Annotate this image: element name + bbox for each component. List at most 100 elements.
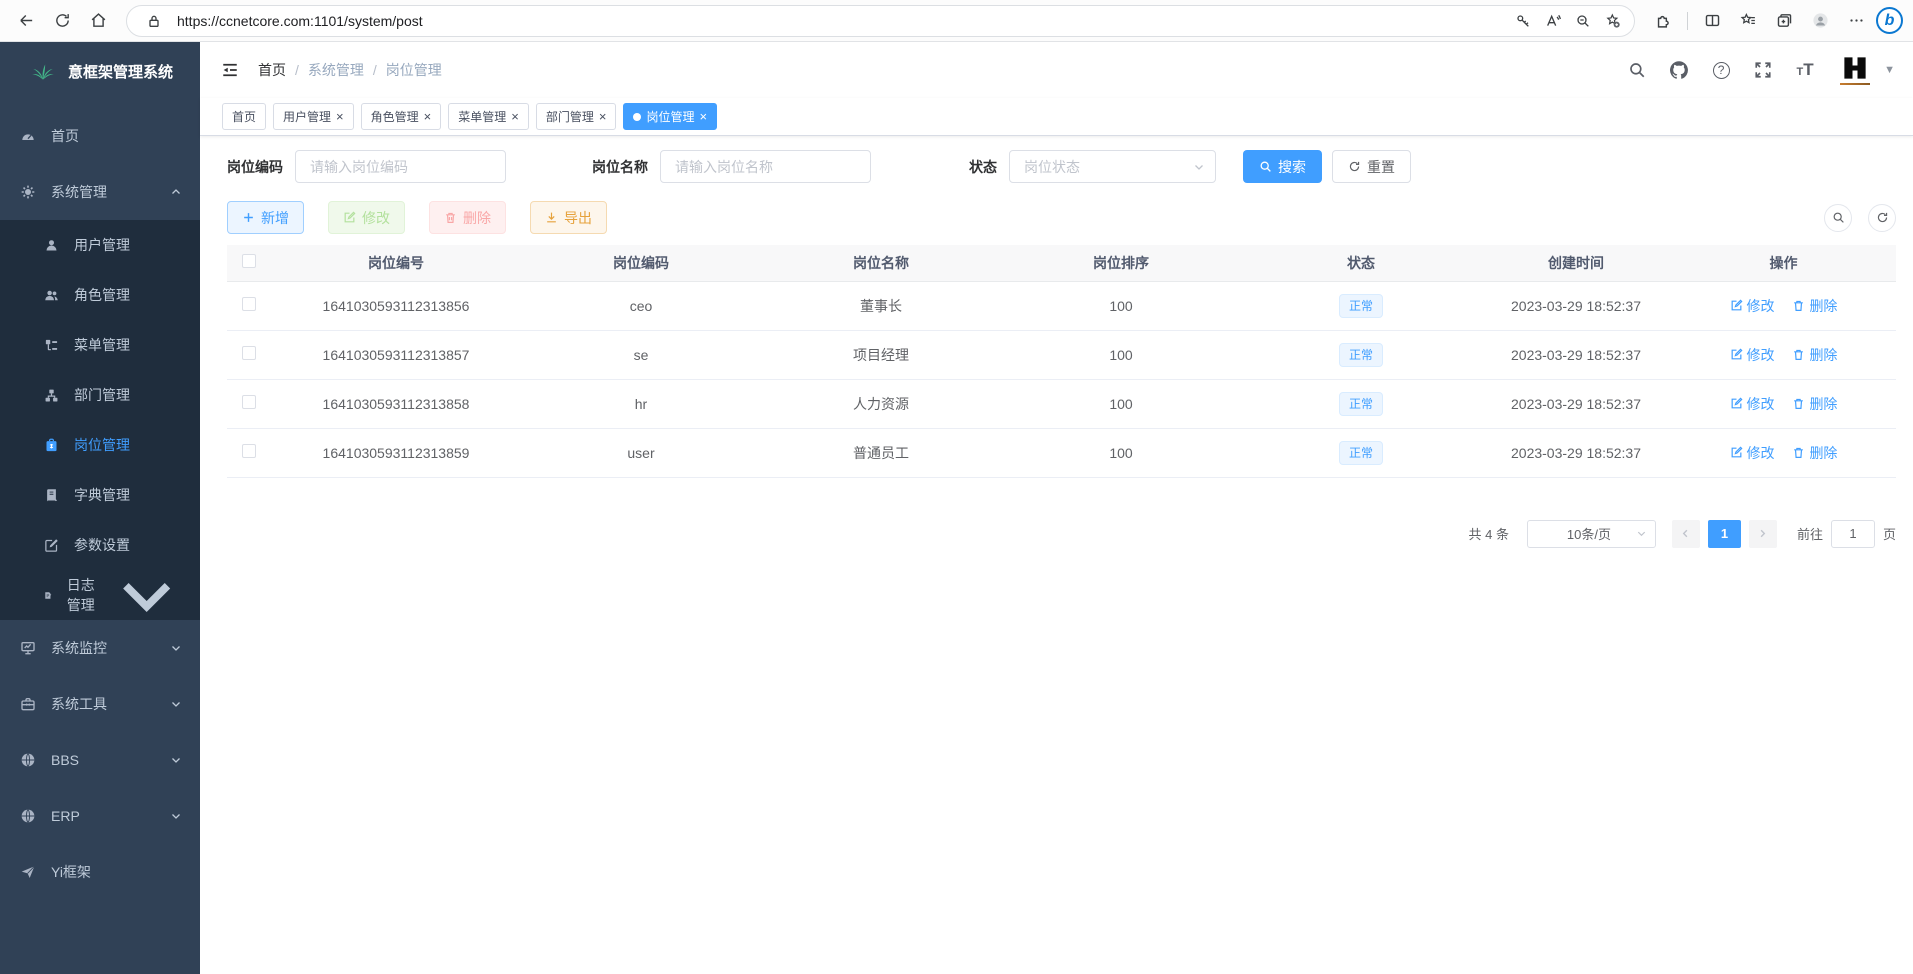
user-avatar-logo[interactable] — [1838, 53, 1872, 87]
sidebar-item-roles[interactable]: 角色管理 — [0, 270, 200, 320]
tab-posts[interactable]: 岗位管理× — [623, 103, 717, 130]
row-edit-link[interactable]: 修改 — [1730, 345, 1775, 365]
post-code-input[interactable] — [295, 150, 506, 183]
next-page-button[interactable] — [1749, 520, 1777, 548]
goto-page-input[interactable] — [1831, 520, 1875, 548]
sidebar-item-menus[interactable]: 菜单管理 — [0, 320, 200, 370]
profile-avatar[interactable] — [1804, 6, 1836, 36]
sidebar-item-users[interactable]: 用户管理 — [0, 220, 200, 270]
post-name-label: 岗位名称 — [592, 157, 648, 177]
back-icon[interactable] — [10, 6, 42, 36]
status-badge: 正常 — [1339, 343, 1383, 367]
chevron-down-icon — [170, 642, 182, 654]
status-label: 状态 — [969, 157, 997, 177]
row-delete-link[interactable]: 删除 — [1792, 394, 1837, 414]
sidebar-collapse-icon[interactable] — [216, 56, 244, 84]
breadcrumb-current: 岗位管理 — [386, 60, 442, 80]
app-header: 首页 / 系统管理 / 岗位管理 ? TT ▼ — [200, 42, 1913, 98]
sidebar-item-label: 部门管理 — [74, 385, 130, 405]
close-icon[interactable]: × — [424, 110, 432, 123]
reset-button[interactable]: 重置 — [1332, 150, 1411, 183]
avatar-caret-icon[interactable]: ▼ — [1884, 64, 1895, 76]
sidebar-item-label: 字典管理 — [74, 485, 130, 505]
tab-label: 角色管理 — [371, 108, 419, 125]
sidebar-item-label: ERP — [51, 808, 155, 824]
sidebar-item-dicts[interactable]: 字典管理 — [0, 470, 200, 520]
address-bar[interactable]: https://ccnetcore.com:1101/system/post — [126, 5, 1635, 37]
tab-menus[interactable]: 菜单管理× — [448, 103, 529, 130]
page-size-select[interactable]: 10条/页 — [1527, 520, 1656, 548]
tab-roles[interactable]: 角色管理 × — [361, 103, 442, 130]
sidebar-item-home[interactable]: 首页 — [0, 108, 200, 164]
row-checkbox[interactable] — [242, 395, 256, 409]
row-checkbox[interactable] — [242, 444, 256, 458]
system-submenu: 用户管理 角色管理 菜单管理 部门管理 岗位管理 — [0, 220, 200, 620]
status-badge: 正常 — [1339, 441, 1383, 465]
select-all-checkbox[interactable] — [242, 254, 256, 268]
refresh-table-button[interactable] — [1868, 204, 1896, 232]
close-icon[interactable]: × — [511, 110, 519, 123]
row-checkbox[interactable] — [242, 297, 256, 311]
row-delete-link[interactable]: 删除 — [1792, 296, 1837, 316]
status-select[interactable]: 岗位状态 — [1009, 150, 1216, 183]
page-number-current[interactable]: 1 — [1708, 520, 1741, 548]
sidebar-item-erp[interactable]: ERP — [0, 788, 200, 844]
help-icon[interactable]: ? — [1704, 53, 1738, 87]
fullscreen-icon[interactable] — [1746, 53, 1780, 87]
home-icon[interactable] — [82, 6, 114, 36]
close-icon[interactable]: × — [699, 110, 707, 123]
edit-button[interactable]: 修改 — [328, 201, 405, 234]
trash-icon — [1792, 348, 1805, 361]
row-delete-link[interactable]: 删除 — [1792, 443, 1837, 463]
browser-menu-icon[interactable] — [1840, 6, 1872, 36]
github-icon[interactable] — [1662, 53, 1696, 87]
post-name-cell: 董事长 — [761, 281, 1001, 330]
sidebar-item-posts[interactable]: 岗位管理 — [0, 420, 200, 470]
export-button-label: 导出 — [564, 208, 592, 228]
font-size-icon[interactable]: TT — [1788, 53, 1822, 87]
user-icon — [44, 238, 59, 253]
close-icon[interactable]: × — [336, 110, 344, 123]
add-button[interactable]: 新增 — [227, 201, 304, 234]
show-search-button[interactable] — [1824, 204, 1852, 232]
search-button-label: 搜索 — [1278, 157, 1306, 177]
table-row: 1641030593112313859 user 普通员工 100 正常 202… — [227, 428, 1896, 477]
zoom-out-icon[interactable] — [1568, 7, 1598, 35]
collections-icon[interactable] — [1768, 6, 1800, 36]
read-aloud-icon[interactable] — [1538, 7, 1568, 35]
row-checkbox[interactable] — [242, 346, 256, 360]
post-id-cell: 1641030593112313859 — [271, 428, 521, 477]
edit-button-label: 修改 — [362, 208, 390, 228]
tab-home[interactable]: 首页 — [222, 103, 266, 130]
row-delete-link[interactable]: 删除 — [1792, 345, 1837, 365]
close-icon[interactable]: × — [599, 110, 607, 123]
tab-users[interactable]: 用户管理× — [273, 103, 354, 130]
sidebar-item-tools[interactable]: 系统工具 — [0, 676, 200, 732]
sidebar-item-depts[interactable]: 部门管理 — [0, 370, 200, 420]
sidebar-item-bbs[interactable]: BBS — [0, 732, 200, 788]
favorite-star-icon[interactable] — [1598, 7, 1628, 35]
sidebar-item-logs[interactable]: 日志管理 — [0, 570, 200, 620]
row-edit-link[interactable]: 修改 — [1730, 394, 1775, 414]
delete-link-label: 删除 — [1809, 394, 1837, 414]
prev-page-button[interactable] — [1672, 520, 1700, 548]
sidebar-item-yi[interactable]: Yi框架 — [0, 844, 200, 900]
delete-button[interactable]: 删除 — [429, 201, 506, 234]
export-button[interactable]: 导出 — [530, 201, 607, 234]
edit-icon — [1730, 446, 1743, 459]
refresh-icon[interactable] — [46, 6, 78, 36]
password-key-icon[interactable] — [1508, 7, 1538, 35]
sidebar-item-system[interactable]: 系统管理 — [0, 164, 200, 220]
app-logo[interactable]: 意框架管理系统 — [0, 42, 200, 100]
extensions-icon[interactable] — [1647, 6, 1679, 36]
tab-depts[interactable]: 部门管理× — [536, 103, 617, 130]
search-icon[interactable] — [1620, 53, 1654, 87]
bing-chat-icon[interactable]: b — [1876, 7, 1903, 34]
search-button[interactable]: 搜索 — [1243, 150, 1322, 183]
row-edit-link[interactable]: 修改 — [1730, 296, 1775, 316]
split-screen-icon[interactable] — [1696, 6, 1728, 36]
breadcrumb-home[interactable]: 首页 — [258, 60, 286, 80]
row-edit-link[interactable]: 修改 — [1730, 443, 1775, 463]
post-name-input[interactable] — [660, 150, 871, 183]
favorites-bar-icon[interactable] — [1732, 6, 1764, 36]
